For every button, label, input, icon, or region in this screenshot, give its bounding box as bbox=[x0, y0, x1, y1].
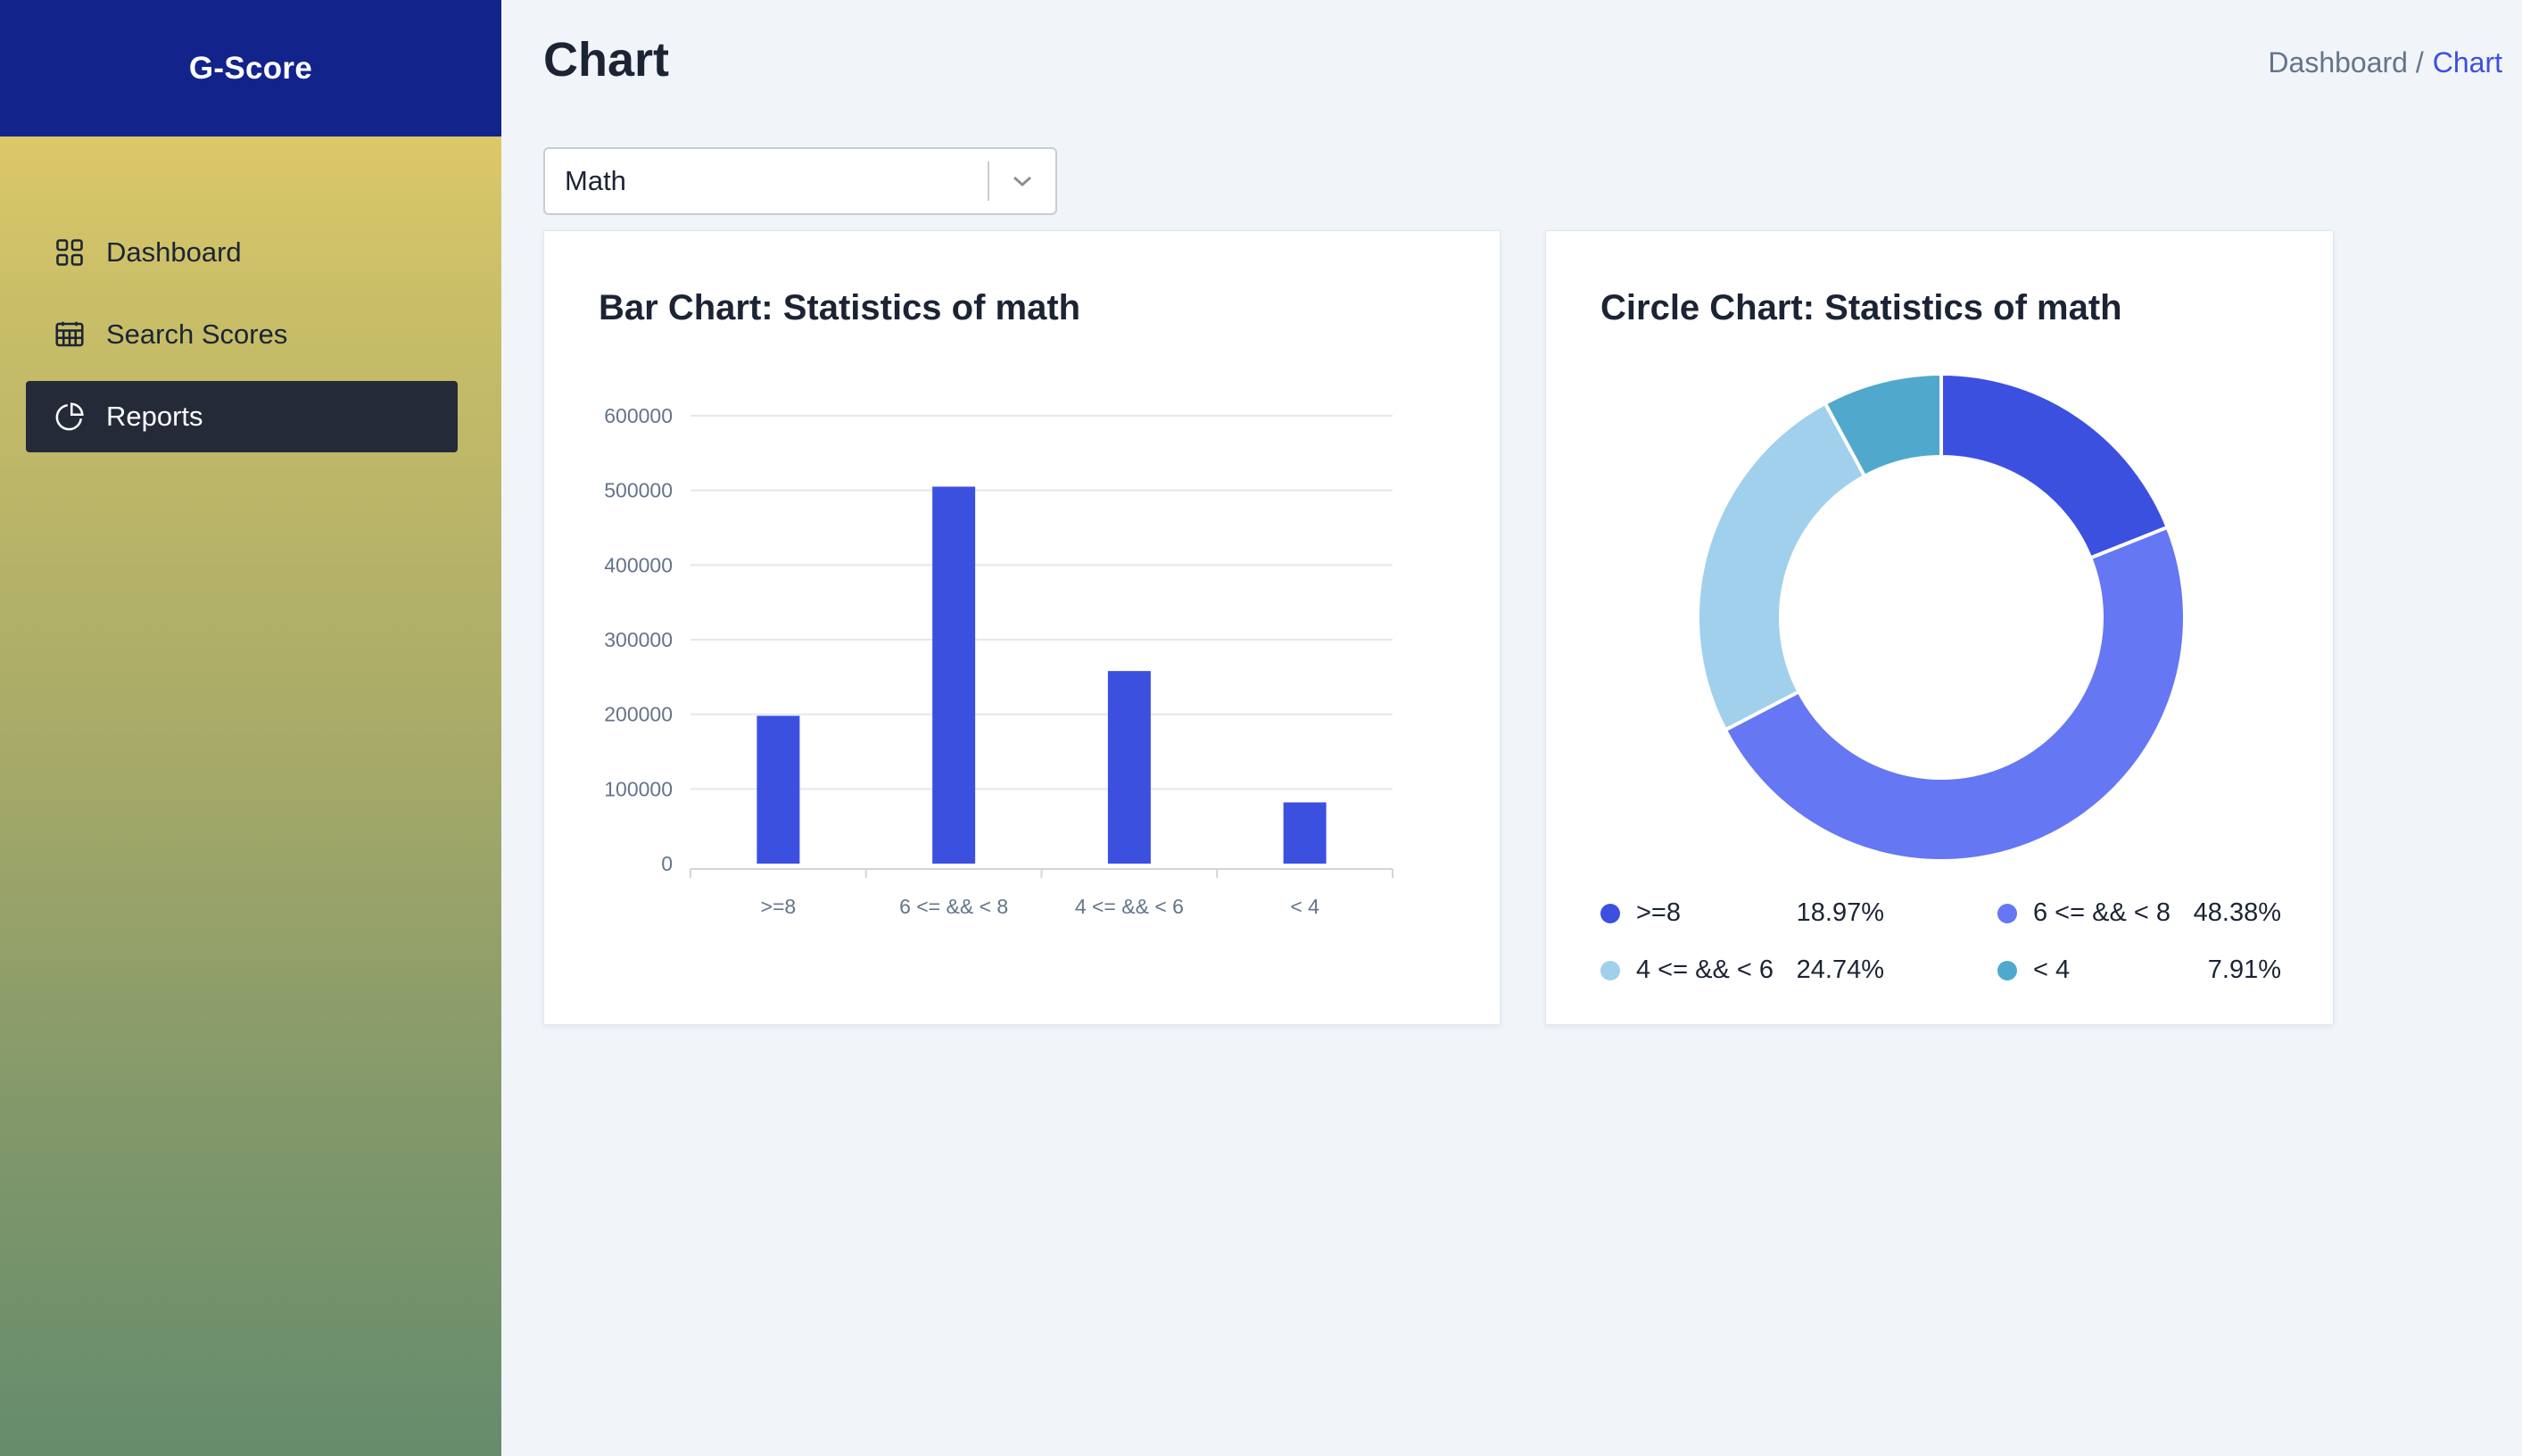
legend-dot bbox=[1997, 960, 2017, 980]
legend-label: < 4 bbox=[2033, 956, 2071, 984]
y-tick-label: 400000 bbox=[604, 553, 673, 576]
x-tick-label: < 4 bbox=[1290, 895, 1319, 918]
legend-label: 6 <= && < 8 bbox=[2033, 898, 2171, 927]
bar bbox=[932, 486, 976, 864]
bar bbox=[757, 716, 800, 864]
legend-percent: 18.97% bbox=[1796, 898, 1884, 927]
donut-slice bbox=[1939, 371, 2171, 561]
bar bbox=[1107, 671, 1151, 864]
subject-select-value: Math bbox=[565, 165, 626, 196]
sidebar-item-label: Reports bbox=[106, 401, 203, 432]
legend-item[interactable]: 4 <= && < 6 24.74% bbox=[1600, 956, 1884, 985]
calendar-icon bbox=[54, 318, 86, 351]
x-tick-label: 6 <= && < 8 bbox=[899, 895, 1008, 918]
legend-item[interactable]: >=8 18.97% bbox=[1600, 898, 1884, 928]
legend-label: >=8 bbox=[1636, 898, 1681, 927]
x-tick-label: >=8 bbox=[761, 895, 797, 918]
legend-dot bbox=[1600, 960, 1620, 980]
y-tick-label: 0 bbox=[661, 852, 673, 875]
legend-label: 4 <= && < 6 bbox=[1636, 956, 1774, 984]
y-tick-label: 200000 bbox=[604, 703, 673, 726]
subject-select[interactable]: Math bbox=[543, 147, 1057, 215]
sidebar-item-label: Dashboard bbox=[106, 236, 242, 268]
pie-chart-icon bbox=[54, 401, 86, 433]
legend-dot bbox=[1600, 903, 1620, 923]
y-tick-label: 300000 bbox=[604, 628, 673, 651]
breadcrumb-current: Chart bbox=[2432, 46, 2502, 79]
y-tick-label: 600000 bbox=[604, 404, 673, 427]
sidebar-item-reports[interactable]: Reports bbox=[26, 381, 458, 452]
grid-icon bbox=[54, 236, 86, 269]
sidebar: G-Score Dashboard Search Scores Reports bbox=[0, 0, 501, 1456]
chevron-down-icon[interactable] bbox=[989, 149, 1055, 213]
bar bbox=[1283, 802, 1327, 864]
breadcrumb-dashboard-link[interactable]: Dashboard / bbox=[2268, 46, 2423, 79]
brand-logo[interactable]: G-Score bbox=[0, 0, 501, 136]
page-title: Chart bbox=[543, 33, 670, 87]
x-tick-label: 4 <= && < 6 bbox=[1075, 895, 1184, 918]
sidebar-item-label: Search Scores bbox=[106, 318, 288, 350]
sidebar-item-search-scores[interactable]: Search Scores bbox=[26, 299, 458, 370]
legend-item[interactable]: 6 <= && < 8 48.38% bbox=[1997, 898, 2281, 928]
legend-percent: 7.91% bbox=[2207, 956, 2281, 984]
bar-chart: 0 100000 200000 300000 400000 500000 600000 >=8… bbox=[604, 404, 1393, 918]
legend-percent: 48.38% bbox=[2193, 898, 2281, 927]
legend-percent: 24.74% bbox=[1796, 956, 1884, 984]
y-tick-label: 500000 bbox=[604, 479, 673, 502]
sidebar-nav: Dashboard Search Scores Reports bbox=[0, 136, 501, 452]
legend-dot bbox=[1997, 903, 2017, 923]
bar-chart-card: Bar Chart: Statistics of math 0 100000 200… bbox=[543, 230, 1501, 1025]
sidebar-item-dashboard[interactable]: Dashboard bbox=[26, 217, 458, 288]
legend-item[interactable]: < 4 7.91% bbox=[1997, 956, 2281, 985]
circle-chart-card: Circle Chart: Statistics of math >=8 18.9… bbox=[1545, 230, 2334, 1025]
breadcrumb: Dashboard / Chart bbox=[2268, 46, 2502, 79]
y-tick-label: 100000 bbox=[604, 777, 673, 800]
donut-slice bbox=[1696, 401, 1867, 732]
